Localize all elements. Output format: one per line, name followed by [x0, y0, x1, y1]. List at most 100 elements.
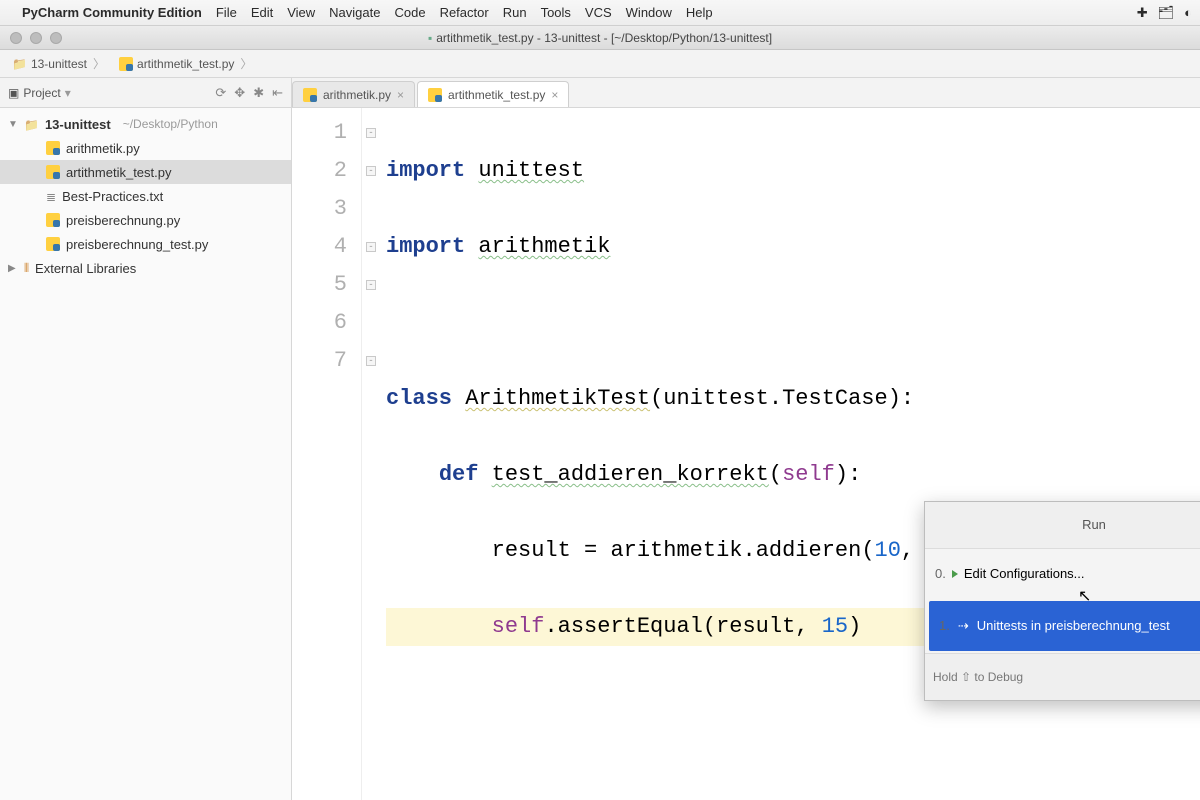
menu-extras: ✚ 🗂 ◐	[1137, 5, 1192, 21]
gear-icon[interactable]: ✱	[253, 85, 264, 101]
menu-file[interactable]: File	[216, 5, 237, 20]
window-title: ▪artithmetik_test.py - 13-unittest - [~/…	[0, 31, 1200, 45]
tree-external-libs[interactable]: ▶ External Libraries	[0, 256, 291, 280]
tree-file[interactable]: preisberechnung_test.py	[0, 232, 291, 256]
run-popup-item-unittests[interactable]: 1. ⇢ Unittests in preisberechnung_test ▶	[929, 601, 1200, 651]
breadcrumb-file[interactable]: artithmetik_test.py 〉	[113, 55, 260, 72]
project-tool-icon: ▣	[8, 86, 19, 100]
tab-label: artithmetik_test.py	[448, 88, 545, 102]
menu-window[interactable]: Window	[626, 5, 672, 20]
expand-arrow-icon[interactable]: ▶	[8, 263, 18, 274]
line-number: 7	[292, 342, 347, 380]
tab-label: arithmetik.py	[323, 88, 391, 102]
breadcrumb-label: artithmetik_test.py	[137, 57, 234, 71]
file-icon: ▪	[428, 31, 432, 45]
tray-icon[interactable]: ◐	[1184, 5, 1192, 20]
python-file-icon	[46, 141, 60, 155]
tree-label: Best-Practices.txt	[62, 189, 163, 204]
python-file-icon	[46, 165, 60, 179]
tool-row: ▣ Project ▾ ⟳ ✥ ✱ ⇤ arithmetik.py × arti…	[0, 78, 1200, 108]
close-icon[interactable]: ×	[397, 88, 404, 102]
main-area: ▼ 13-unittest ~/Desktop/Python arithmeti…	[0, 108, 1200, 800]
project-tree: ▼ 13-unittest ~/Desktop/Python arithmeti…	[0, 108, 292, 800]
menu-view[interactable]: View	[287, 5, 315, 20]
tray-icon[interactable]: 🗂	[1158, 5, 1175, 21]
app-menu[interactable]: PyCharm Community Edition	[22, 5, 202, 20]
run-popup-item-edit-configs[interactable]: 0. Edit Configurations...	[925, 549, 1200, 599]
expand-arrow-icon[interactable]: ▼	[8, 119, 18, 130]
breadcrumb-root[interactable]: 13-unittest 〉	[6, 55, 113, 72]
breadcrumb-label: 13-unittest	[31, 57, 87, 71]
menu-edit[interactable]: Edit	[251, 5, 273, 20]
libraries-icon	[24, 260, 29, 276]
menu-tools[interactable]: Tools	[541, 5, 571, 20]
window-titlebar: ▪artithmetik_test.py - 13-unittest - [~/…	[0, 26, 1200, 50]
menu-vcs[interactable]: VCS	[585, 5, 612, 20]
line-number: 3	[292, 190, 347, 228]
chevron-right-icon: 〉	[238, 55, 254, 72]
menu-navigate[interactable]: Navigate	[329, 5, 380, 20]
fold-marker-icon[interactable]: -	[366, 242, 376, 252]
item-index: 1.	[939, 607, 950, 645]
traffic-close[interactable]	[10, 32, 22, 44]
line-number: 2	[292, 152, 347, 190]
code-editor[interactable]: 1 2 3 4 5 6 7 - - - - - import unittest …	[292, 108, 1200, 800]
line-number: 6	[292, 304, 347, 342]
editor-tabs: arithmetik.py × artithmetik_test.py ×	[292, 78, 571, 107]
code-area[interactable]: import unittest import arithmetik class …	[380, 108, 954, 800]
collapse-icon[interactable]: ⟳	[215, 85, 226, 101]
fold-marker-icon[interactable]: -	[366, 128, 376, 138]
project-tool-label[interactable]: Project	[23, 86, 60, 100]
tree-file[interactable]: artithmetik_test.py	[0, 160, 291, 184]
item-index: 0.	[935, 555, 946, 593]
line-gutter: 1 2 3 4 5 6 7	[292, 108, 362, 800]
fold-gutter: - - - - -	[362, 108, 380, 800]
project-tool-header: ▣ Project ▾ ⟳ ✥ ✱ ⇤	[0, 78, 292, 107]
chevron-right-icon: 〉	[91, 55, 107, 72]
chevron-down-icon[interactable]: ▾	[65, 86, 71, 100]
tree-path: ~/Desktop/Python	[123, 117, 218, 131]
tree-file[interactable]: Best-Practices.txt	[0, 184, 291, 208]
tab-arithmetik[interactable]: arithmetik.py ×	[292, 81, 415, 107]
tab-artithmetik-test[interactable]: artithmetik_test.py ×	[417, 81, 569, 107]
menu-code[interactable]: Code	[394, 5, 425, 20]
fold-marker-icon[interactable]: -	[366, 166, 376, 176]
line-number: 1	[292, 114, 347, 152]
hide-icon[interactable]: ⇤	[272, 85, 283, 101]
autoscroll-icon[interactable]: ✥	[234, 85, 245, 101]
item-label: Edit Configurations...	[964, 555, 1085, 593]
traffic-minimize[interactable]	[30, 32, 42, 44]
menu-help[interactable]: Help	[686, 5, 713, 20]
tree-label: arithmetik.py	[66, 141, 140, 156]
menu-run[interactable]: Run	[503, 5, 527, 20]
tree-label: preisberechnung.py	[66, 213, 180, 228]
navigation-bar: 13-unittest 〉 artithmetik_test.py 〉	[0, 50, 1200, 78]
fold-marker-icon[interactable]: -	[366, 356, 376, 366]
python-file-icon	[428, 88, 442, 102]
text-file-icon	[46, 189, 56, 204]
python-file-icon	[46, 213, 60, 227]
tray-icon[interactable]: ✚	[1137, 5, 1148, 21]
mac-menubar: PyCharm Community Edition File Edit View…	[0, 0, 1200, 26]
menu-refactor[interactable]: Refactor	[440, 5, 489, 20]
folder-icon	[24, 117, 39, 132]
traffic-zoom[interactable]	[50, 32, 62, 44]
fold-marker-icon[interactable]: -	[366, 280, 376, 290]
tree-label: preisberechnung_test.py	[66, 237, 208, 252]
python-file-icon	[303, 88, 317, 102]
line-number: 5	[292, 266, 347, 304]
tree-file[interactable]: preisberechnung.py	[0, 208, 291, 232]
close-icon[interactable]: ×	[551, 88, 558, 102]
tree-label: External Libraries	[35, 261, 136, 276]
run-popup-footer: Hold ⇧ to Debug	[925, 653, 1200, 700]
run-popup: Run 0. Edit Configurations... 1. ⇢ Unitt…	[924, 501, 1200, 701]
tree-label: artithmetik_test.py	[66, 165, 172, 180]
tree-label: 13-unittest	[45, 117, 111, 132]
run-config-icon: ⇢	[958, 607, 969, 645]
run-icon	[952, 570, 958, 578]
python-file-icon	[119, 57, 133, 71]
tree-root[interactable]: ▼ 13-unittest ~/Desktop/Python	[0, 112, 291, 136]
tree-file[interactable]: arithmetik.py	[0, 136, 291, 160]
line-number: 4	[292, 228, 347, 266]
item-label: Unittests in preisberechnung_test	[977, 607, 1170, 645]
